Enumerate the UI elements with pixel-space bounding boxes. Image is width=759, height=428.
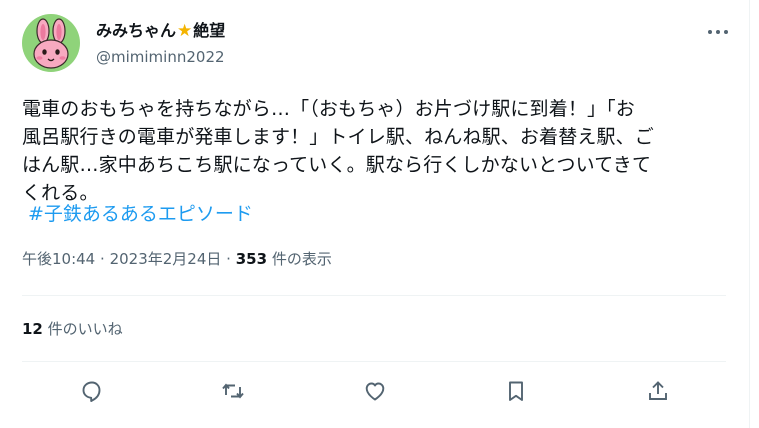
user-handle[interactable]: @mimiminn2022 [96,47,225,67]
share-button[interactable] [641,374,675,408]
tweet-card: みみちゃん★絶望 @mimiminn2022 電車のおもちゃを持ちながら…「（お… [0,0,750,428]
tweet-date[interactable]: 2023年2月24日 [110,250,222,268]
bookmark-icon [509,381,523,401]
views-label: 件の表示 [271,250,332,268]
more-options-button[interactable] [702,20,734,44]
likes-link[interactable]: 12 件のいいね [22,319,123,339]
tweet-time[interactable]: 午後10:44 [22,250,95,268]
retweet-icon [222,383,244,399]
star-icon: ★ [177,21,193,41]
tweet-text-line: 電車のおもちゃを持ちながら…「（おもちゃ）お片づけ駅に到着！」「お [22,98,635,120]
like-icon [365,382,385,401]
avatar[interactable] [22,14,80,72]
display-name-text: みみちゃん [96,21,177,40]
likes-count: 12 [22,320,43,338]
views-count: 353 [235,250,268,268]
bookmark-button[interactable] [499,374,533,408]
likes-label: 件のいいね [47,320,123,338]
rabbit-avatar-icon [33,18,69,69]
meta-separator: · [226,250,231,268]
display-name[interactable]: みみちゃん★絶望 [96,20,225,42]
more-icon [708,30,728,34]
display-name-suffix: 絶望 [193,21,226,40]
retweet-button[interactable] [216,374,250,408]
tweet-text-line: 風呂駅行きの電車が発車します！」トイレ駅、ねんね駅、お着替え駅、ご [22,126,654,148]
reply-icon [82,381,101,402]
divider [22,361,726,362]
tweet-text-line: はん駅…家中あちこち駅になっていく。駅なら行くしかないとついてきて [22,154,652,176]
meta-separator: · [100,250,105,268]
like-button[interactable] [358,374,392,408]
share-icon [649,381,667,400]
tweet-meta: 午後10:44 · 2023年2月24日 · 353 件の表示 [22,249,332,269]
divider [22,295,726,296]
hashtag-link[interactable]: #子鉄あるあるエピソード [28,200,253,228]
tweet-text: 電車のおもちゃを持ちながら…「（おもちゃ）お片づけ駅に到着！」「お 風呂駅行きの… [22,95,722,207]
reply-button[interactable] [75,374,109,408]
